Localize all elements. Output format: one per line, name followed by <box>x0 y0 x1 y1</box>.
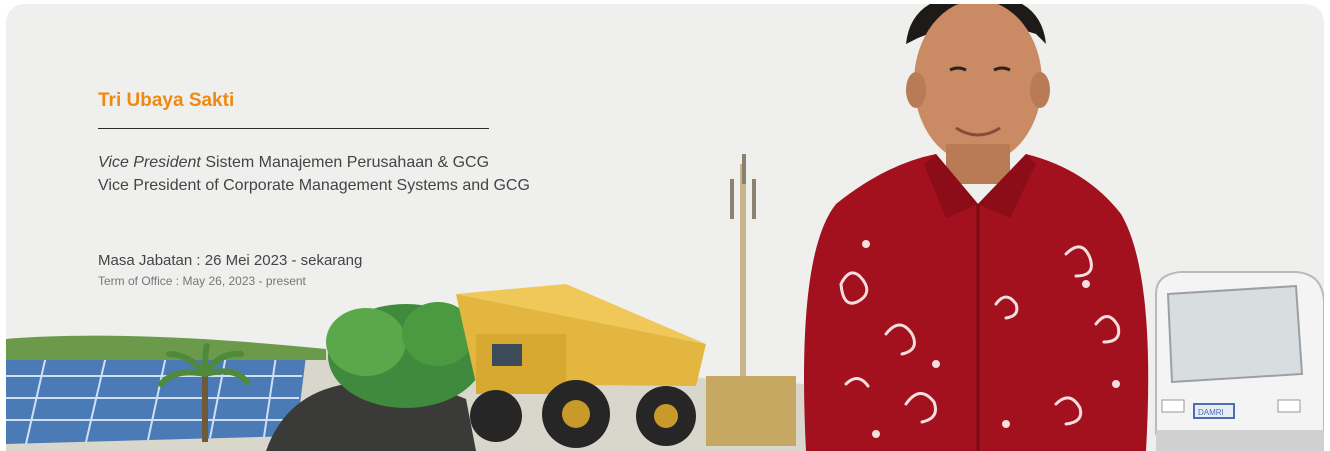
position-prefix-italic: Vice President <box>98 154 201 171</box>
background-illustration: DAMRI <box>6 4 1324 451</box>
bus-illustration: DAMRI <box>1155 271 1324 451</box>
bus-label: DAMRI <box>1198 408 1224 417</box>
dump-truck-illustration <box>456 284 706 448</box>
person-portrait <box>804 4 1149 451</box>
name-divider <box>98 128 489 129</box>
telecom-tower-illustration <box>706 154 796 446</box>
executive-profile-card: DAMRI Tri Ubaya Sakti Vice President Sis… <box>6 4 1324 451</box>
term-of-office-english: Term of Office : May 26, 2023 - present <box>98 274 306 288</box>
position-title-indonesian-text: Sistem Manajemen Perusahaan & GCG <box>205 154 490 171</box>
person-name: Tri Ubaya Sakti <box>98 90 235 111</box>
position-title-english: Vice President of Corporate Management S… <box>98 177 530 194</box>
position-title-indonesian: Vice President Sistem Manajemen Perusaha… <box>98 154 489 172</box>
term-of-office-indonesian: Masa Jabatan : 26 Mei 2023 - sekarang <box>98 252 363 269</box>
